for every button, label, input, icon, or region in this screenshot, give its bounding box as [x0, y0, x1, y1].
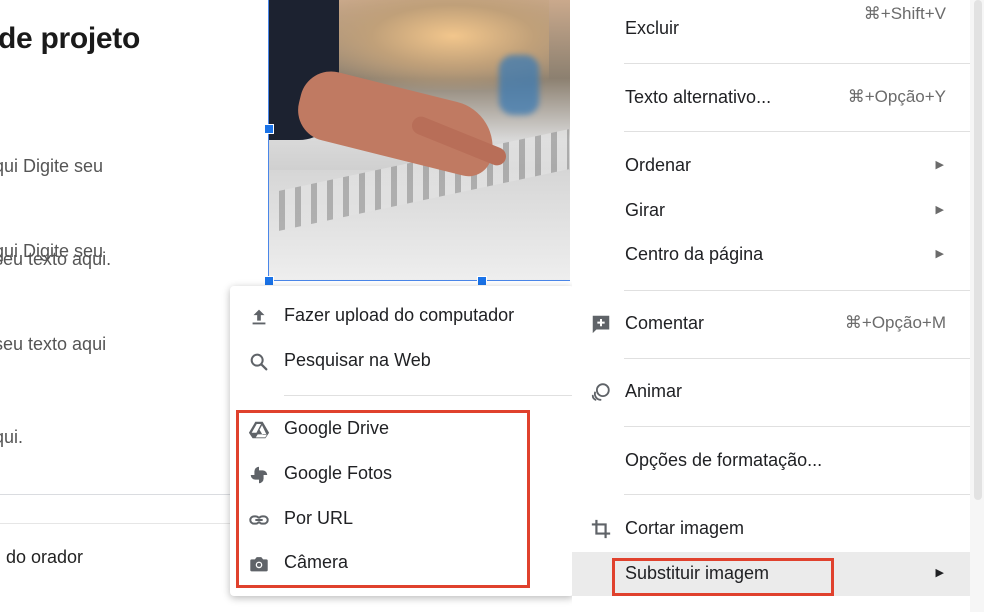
- menu-item-shortcut: ⌘+Opção+M: [844, 313, 946, 332]
- animate-icon: [591, 383, 610, 401]
- menu-item-label: Animar: [625, 381, 683, 401]
- menu-item-label: Comentar: [625, 313, 705, 333]
- crop-icon: [591, 519, 611, 539]
- selected-image[interactable]: [269, 0, 570, 280]
- menu-item-label: Texto alternativo...: [625, 87, 772, 107]
- image-bottle: [499, 55, 539, 115]
- menu-divider: [624, 63, 970, 64]
- submenu-divider: [284, 395, 574, 396]
- menu-divider: [624, 426, 970, 427]
- menu-item-shortcut: ⌘+Opção+Y: [847, 87, 946, 106]
- menu-item-crop-image[interactable]: Cortar imagem: [572, 507, 970, 551]
- menu-item-shortcut: ⌘+Shift+V: [863, 4, 946, 23]
- text-line: qui.: [0, 427, 24, 447]
- submenu-arrow-icon: ▶: [935, 204, 944, 216]
- submenu-item-label: Pesquisar na Web: [284, 350, 431, 370]
- submenu-arrow-icon: ▶: [935, 159, 944, 171]
- submenu-item-upload[interactable]: Fazer upload do computador: [230, 295, 574, 339]
- scrollbar-thumb[interactable]: [974, 0, 982, 500]
- highlight-box-image-sources: [236, 410, 530, 588]
- menu-item-comment[interactable]: Comentar ⌘+Opção+M: [572, 302, 970, 346]
- resize-handle-bottom[interactable]: [477, 276, 487, 286]
- menu-item-label: Centro da página: [625, 244, 764, 264]
- submenu-item-search-web[interactable]: Pesquisar na Web: [230, 340, 574, 384]
- menu-item-label: Girar: [625, 200, 665, 220]
- slide-title[interactable]: de projeto: [0, 22, 140, 56]
- menu-divider: [624, 290, 970, 291]
- menu-item-alt-text[interactable]: Texto alternativo... ⌘+Opção+Y: [572, 76, 970, 120]
- menu-divider: [624, 131, 970, 132]
- menu-item-order[interactable]: Ordenar ▶: [572, 144, 970, 188]
- search-icon: [250, 353, 268, 371]
- resize-handle-bottom-left[interactable]: [264, 276, 274, 286]
- upload-icon: [252, 309, 266, 325]
- speaker-notes-placeholder[interactable]: do orador: [6, 547, 83, 568]
- slide-body-text-2[interactable]: qui Digite seu seu texto aqui qui.: [0, 174, 106, 494]
- context-menu: Excluir ⌘+Shift+V Texto alternativo... ⌘…: [572, 0, 970, 612]
- submenu-item-label: Fazer upload do computador: [284, 305, 515, 325]
- menu-item-label: Ordenar: [625, 155, 692, 175]
- menu-item-rotate[interactable]: Girar ▶: [572, 189, 970, 233]
- menu-item-label: Excluir: [625, 18, 680, 38]
- menu-item-label: Opções de formatação...: [625, 450, 823, 470]
- menu-divider: [624, 494, 970, 495]
- selection-border-left: [268, 0, 269, 281]
- text-line: seu texto aqui: [0, 334, 107, 354]
- selection-border-bottom: [268, 280, 570, 281]
- menu-item-format-options[interactable]: Opções de formatação...: [572, 439, 970, 483]
- resize-handle-left[interactable]: [264, 124, 274, 134]
- menu-item-animate[interactable]: Animar: [572, 370, 970, 414]
- submenu-arrow-icon: ▶: [935, 248, 944, 260]
- text-line: qui Digite seu: [0, 241, 104, 261]
- menu-item-label: Cortar imagem: [625, 518, 745, 538]
- add-comment-icon: [592, 315, 610, 334]
- menu-divider: [624, 358, 970, 359]
- submenu-arrow-icon: ▶: [935, 567, 944, 579]
- menu-item-center-page[interactable]: Centro da página ▶: [572, 233, 970, 277]
- highlight-box-replace-image: [612, 558, 834, 596]
- menu-item-delete[interactable]: Excluir ⌘+Shift+V: [572, 4, 970, 51]
